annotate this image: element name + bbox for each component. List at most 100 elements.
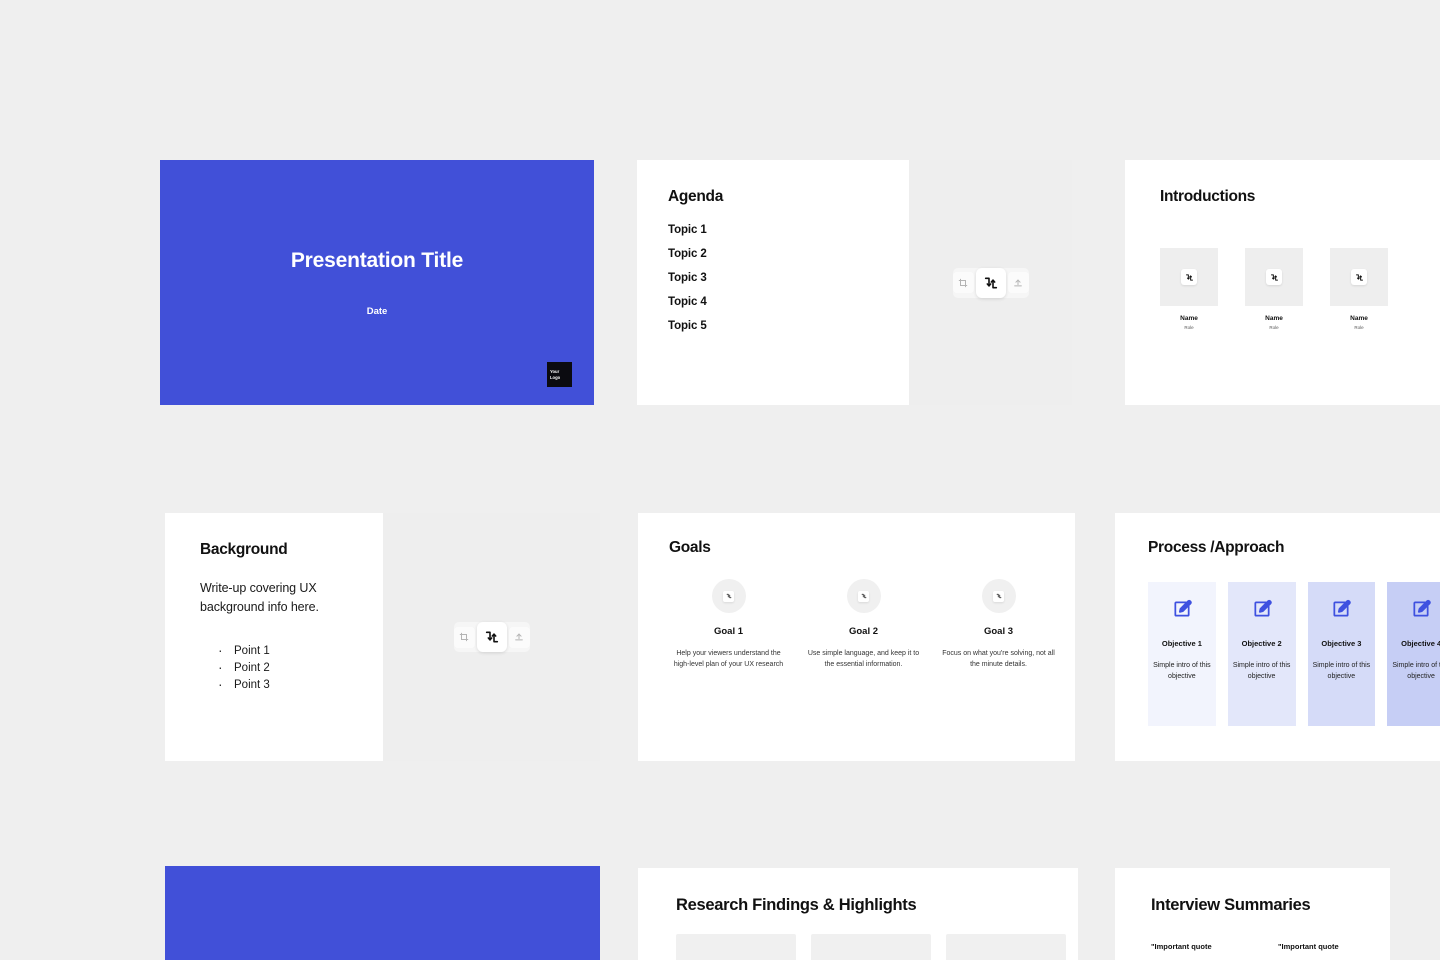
goal-icon-placeholder[interactable] — [981, 579, 1016, 613]
agenda-topic-list: Topic 1 Topic 2 Topic 3 Topic 4 Topic 5 — [668, 224, 909, 332]
slide-goals[interactable]: Goals Goal 1 Help your viewers understan… — [638, 513, 1075, 761]
agenda-title: Agenda — [668, 188, 724, 205]
slide-research-findings[interactable]: Research Findings & Highlights — [638, 868, 1078, 960]
background-point-item: Point 1 — [218, 642, 383, 658]
slide-presentation-title[interactable]: Presentation Title Date Your Logo — [160, 160, 594, 405]
goal-name: Goal 1 — [713, 626, 744, 637]
slide-process-approach[interactable]: Process /Approach Objective 1 Simple int… — [1115, 513, 1440, 761]
background-body-text: Write-up covering UX background info her… — [200, 581, 319, 615]
objective-name: Objective 3 — [1321, 639, 1362, 648]
swap-image-icon[interactable] — [975, 267, 1006, 298]
swap-image-icon[interactable] — [858, 590, 869, 602]
background-point-item: Point 3 — [218, 676, 383, 692]
agenda-topic-item: Topic 3 — [668, 272, 707, 284]
objective-name: Objective 4 — [1401, 639, 1440, 648]
interview-quote: "Important quote — [1278, 942, 1339, 951]
interview-quote: "Important quote — [1151, 942, 1212, 951]
edit-square-icon — [1252, 599, 1272, 624]
agenda-text-column: Agenda Topic 1 Topic 2 Topic 3 Topic 4 T… — [637, 160, 909, 405]
intro-person-role: Role — [1184, 325, 1194, 330]
crop-icon[interactable] — [952, 272, 974, 293]
process-title: Process /Approach — [1148, 539, 1285, 556]
objective-description: Simple intro of this objective — [1312, 662, 1371, 680]
intro-photo-placeholder[interactable] — [1160, 248, 1218, 306]
swap-image-icon[interactable] — [993, 590, 1004, 602]
goals-row: Goal 1 Help your viewers understand the … — [669, 579, 1075, 670]
image-placeholder-toolbar[interactable] — [453, 622, 530, 652]
objective-name: Objective 2 — [1241, 639, 1282, 648]
upload-icon[interactable] — [508, 626, 530, 648]
goal-column[interactable]: Goal 2 Use simple language, and keep it … — [804, 579, 923, 670]
agenda-topic-item: Topic 4 — [668, 296, 707, 308]
intro-person-name: Name — [1180, 315, 1198, 322]
objective-description: Simple intro of this objective — [1392, 662, 1440, 680]
upload-icon[interactable] — [1007, 272, 1029, 293]
edit-square-icon — [1172, 599, 1192, 624]
slide-introductions[interactable]: Introductions Name Role Name Role Name R… — [1125, 160, 1440, 405]
goal-description: Help your viewers understand the high-le… — [673, 650, 784, 669]
crop-icon[interactable] — [453, 626, 475, 648]
slide-background[interactable]: Background Write-up covering UX backgrou… — [165, 513, 600, 761]
goals-title: Goals — [669, 539, 711, 556]
slide-interview-summaries[interactable]: Interview Summaries "Important quote "Im… — [1115, 868, 1390, 960]
goal-description: Use simple language, and keep it to the … — [807, 650, 920, 669]
goal-icon-placeholder[interactable] — [846, 579, 881, 613]
finding-card-placeholder[interactable] — [946, 934, 1066, 960]
slide-agenda[interactable]: Agenda Topic 1 Topic 2 Topic 3 Topic 4 T… — [637, 160, 1072, 405]
finding-card-placeholder[interactable] — [811, 934, 931, 960]
goal-name: Goal 2 — [848, 626, 879, 637]
intro-person-name: Name — [1350, 315, 1368, 322]
introductions-people-row: Name Role Name Role Name Role — [1160, 248, 1440, 330]
swap-image-icon[interactable] — [1266, 269, 1282, 285]
slide-gallery: Presentation Title Date Your Logo Agenda… — [0, 0, 1440, 960]
goal-column[interactable]: Goal 1 Help your viewers understand the … — [669, 579, 788, 670]
swap-image-icon[interactable] — [476, 622, 507, 652]
slide-section-divider-blue[interactable] — [165, 866, 600, 960]
intro-person-role: Role — [1269, 325, 1279, 330]
background-image-placeholder[interactable] — [383, 513, 600, 761]
objective-name: Objective 1 — [1161, 639, 1202, 648]
objective-card[interactable]: Objective 1 Simple intro of this objecti… — [1148, 582, 1216, 726]
intro-person[interactable]: Name Role — [1245, 248, 1303, 330]
objective-description: Simple intro of this objective — [1153, 662, 1211, 680]
goal-column[interactable]: Goal 3 Focus on what you're solving, not… — [939, 579, 1058, 670]
intro-person-role: Role — [1354, 325, 1364, 330]
background-point-list: Point 1 Point 2 Point 3 — [200, 642, 383, 692]
objective-card[interactable]: Objective 3 Simple intro of this objecti… — [1307, 582, 1376, 726]
objectives-row: Objective 1 Simple intro of this objecti… — [1148, 582, 1440, 726]
background-point-item: Point 2 — [218, 659, 383, 675]
interviews-title: Interview Summaries — [1151, 896, 1311, 914]
intro-photo-placeholder[interactable] — [1245, 248, 1303, 306]
edit-square-icon — [1411, 599, 1431, 624]
finding-card-placeholder[interactable] — [676, 934, 796, 960]
agenda-topic-item: Topic 5 — [668, 320, 707, 332]
intro-person[interactable]: Name Role — [1330, 248, 1388, 330]
findings-card-row — [676, 934, 1078, 960]
goal-icon-placeholder[interactable] — [711, 579, 746, 613]
introductions-title: Introductions — [1160, 188, 1256, 205]
findings-title: Research Findings & Highlights — [676, 896, 917, 914]
swap-image-icon[interactable] — [723, 590, 734, 602]
background-title: Background — [200, 541, 288, 558]
agenda-topic-item: Topic 1 — [668, 224, 707, 236]
swap-image-icon[interactable] — [1351, 269, 1367, 285]
logo-line-2: Logo — [550, 374, 561, 380]
image-placeholder-toolbar[interactable] — [952, 267, 1029, 298]
logo-placeholder[interactable]: Your Logo — [547, 362, 572, 387]
goal-description: Focus on what you're solving, not all th… — [942, 650, 1055, 669]
edit-square-icon — [1331, 599, 1352, 624]
intro-photo-placeholder[interactable] — [1330, 248, 1388, 306]
background-text-column: Background Write-up covering UX backgrou… — [165, 513, 383, 761]
objective-card[interactable]: Objective 2 Simple intro of this objecti… — [1227, 582, 1296, 726]
swap-image-icon[interactable] — [1181, 269, 1197, 285]
presentation-date-text: Date — [366, 305, 388, 317]
presentation-title-text: Presentation Title — [290, 248, 464, 272]
intro-person[interactable]: Name Role — [1160, 248, 1218, 330]
objective-description: Simple intro of this objective — [1232, 662, 1291, 680]
interview-quote-row: "Important quote "Important quote — [1151, 941, 1390, 952]
goal-name: Goal 3 — [983, 626, 1014, 637]
agenda-topic-item: Topic 2 — [668, 248, 707, 260]
objective-card[interactable]: Objective 4 Simple intro of this objecti… — [1387, 582, 1440, 726]
intro-person-name: Name — [1265, 315, 1283, 322]
agenda-image-placeholder[interactable] — [909, 160, 1072, 405]
